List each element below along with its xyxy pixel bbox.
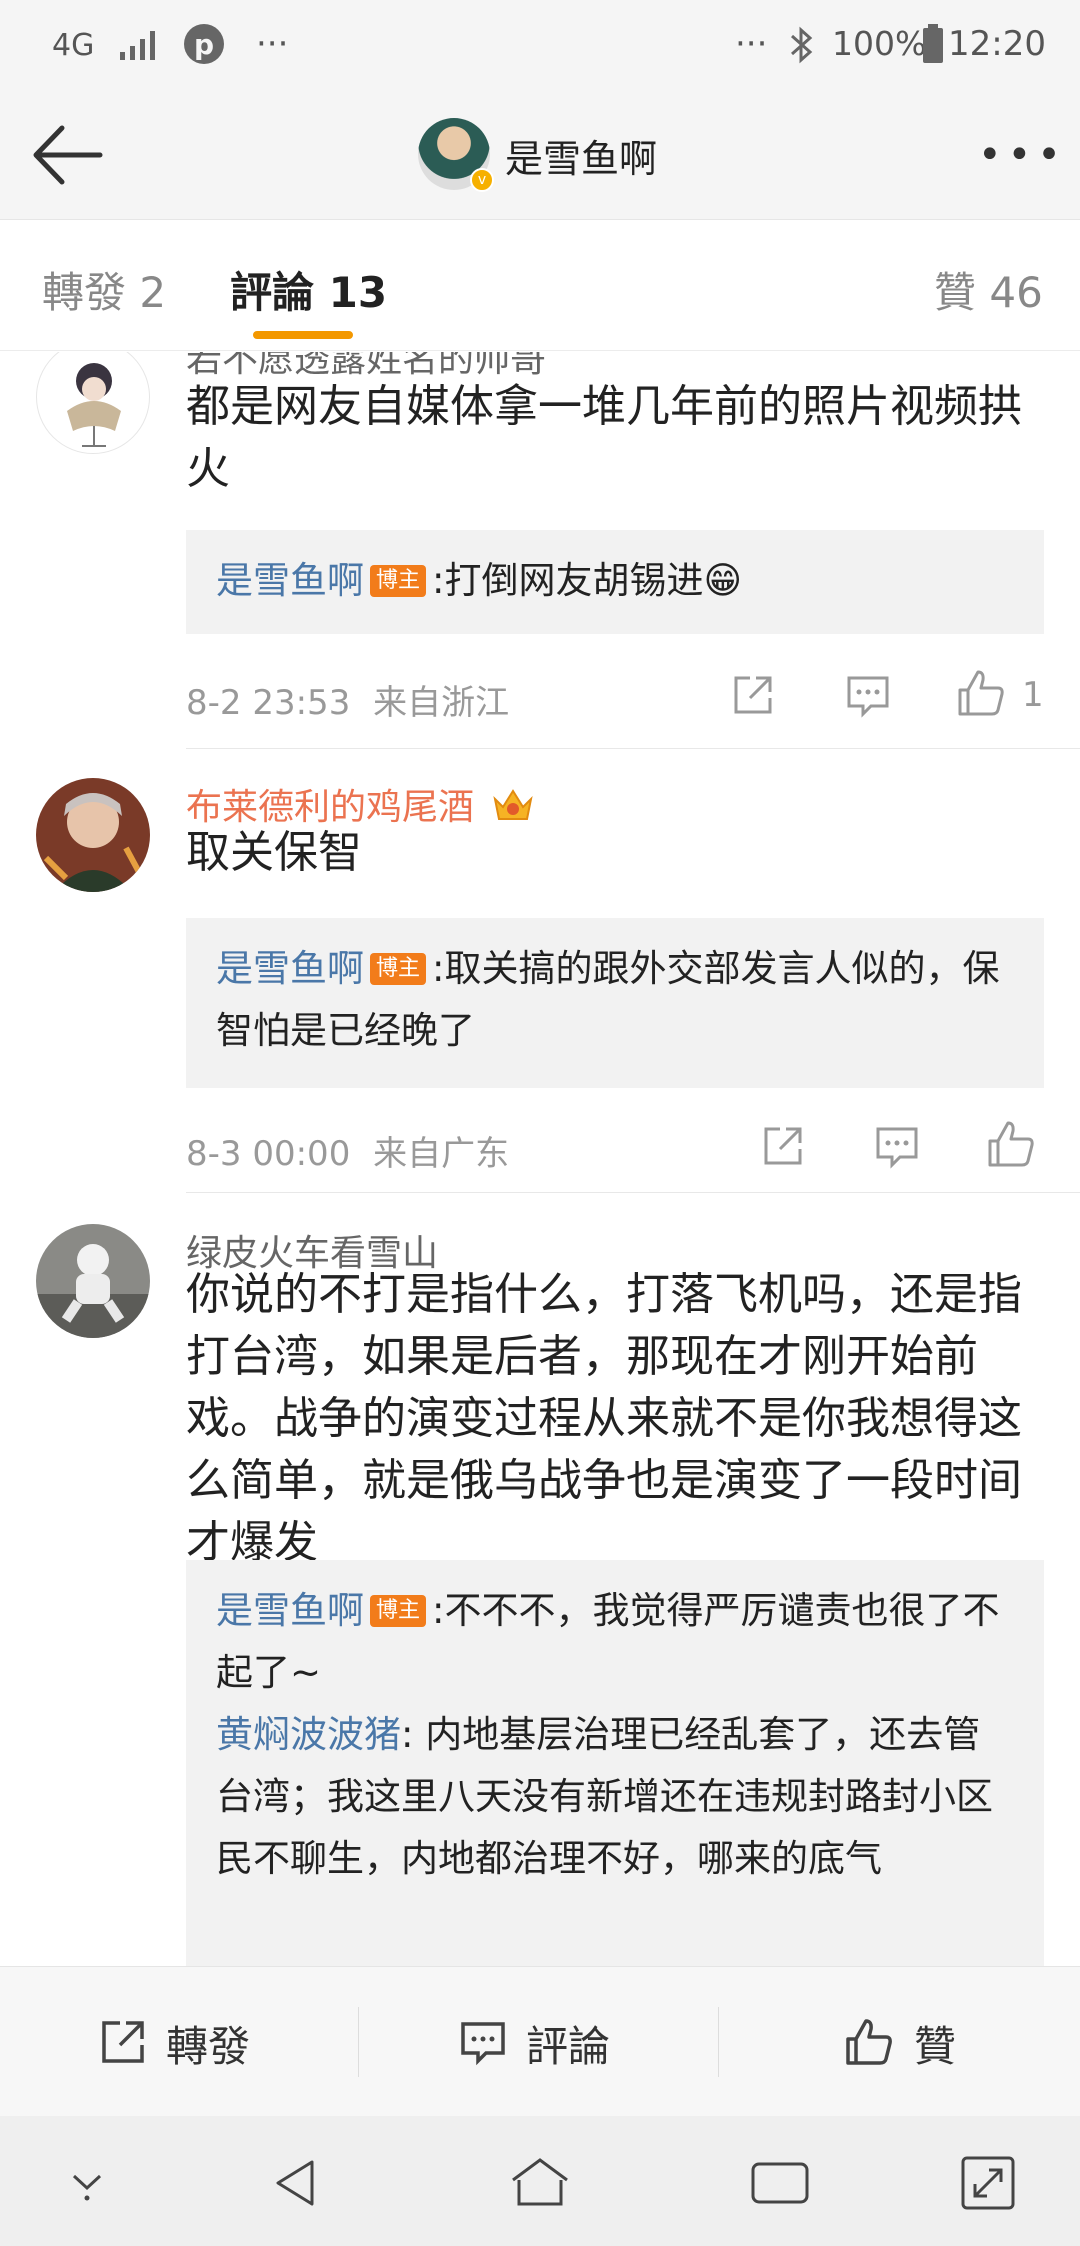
repost-button[interactable]: 轉發	[98, 2011, 298, 2071]
tab-active-indicator	[253, 331, 353, 339]
comment-icon	[461, 2022, 505, 2066]
reply-icon[interactable]	[843, 670, 893, 720]
reply-author[interactable]: 是雪鱼啊	[216, 1589, 364, 1632]
more-status: ···	[735, 24, 768, 64]
pinterest-icon: p	[184, 24, 224, 64]
reply-author[interactable]: 是雪鱼啊	[216, 559, 364, 602]
reply-text: :打倒网友胡锡进😁	[432, 559, 743, 602]
back-arrow-icon[interactable]	[28, 120, 108, 190]
reply-icon[interactable]	[872, 1121, 922, 1171]
comment-button[interactable]: 評論	[458, 2011, 658, 2071]
commenter-avatar[interactable]	[36, 352, 150, 454]
system-nav-bar	[0, 2116, 1080, 2246]
thumbs-up-icon	[846, 2019, 892, 2065]
back-icon[interactable]	[266, 2148, 336, 2218]
reply-line: 黄焖波波猪: 内地基层治理已经乱套了，还去管台湾；我这里八天没有新增还在违规封路…	[216, 1704, 1014, 1890]
like-count: 1	[1022, 675, 1044, 715]
comment-text: 你说的不打是指什么，打落飞机吗，还是指打台湾，如果是后者，那现在才刚开始前戏。战…	[186, 1269, 1022, 1568]
like-icon[interactable]	[986, 1119, 1036, 1169]
blogger-badge: 博主	[370, 1595, 427, 1627]
tab-reposts[interactable]: 轉發 2	[42, 259, 166, 320]
share-icon[interactable]	[758, 1121, 808, 1171]
more-options-icon[interactable]: •••	[978, 132, 1067, 178]
like-button[interactable]: 贊	[844, 2011, 1004, 2071]
bluetooth-icon	[791, 26, 813, 64]
page-title[interactable]: 是雪鱼啊	[505, 128, 657, 183]
comment-meta: 8-3 00:00 来自广东	[186, 1126, 509, 1175]
tab-bar: 轉發 2 評論 13 贊 46	[0, 221, 1080, 351]
bottom-action-bar: 轉發 評論 贊	[0, 1966, 1080, 2116]
reply-author[interactable]: 黄焖波波猪	[216, 1713, 401, 1756]
home-icon[interactable]	[505, 2148, 575, 2218]
separator	[718, 2007, 719, 2077]
comment-time: 8-2 23:53	[186, 683, 351, 723]
hide-keyboard-icon[interactable]	[52, 2148, 122, 2218]
comment-time: 8-3 00:00	[186, 1134, 351, 1174]
status-bar: 4G p ··· ··· 100% 12:20	[0, 0, 1080, 90]
reply-author[interactable]: 是雪鱼啊	[216, 947, 364, 990]
comment-meta: 8-2 23:53 来自浙江	[186, 675, 509, 724]
comment-text: 都是网友自媒体拿一堆几年前的照片视频拱火	[186, 381, 1022, 494]
verified-badge-icon: v	[470, 168, 494, 192]
vip-crown-icon	[493, 789, 534, 820]
battery-icon	[923, 24, 943, 63]
commenter-avatar[interactable]	[36, 778, 150, 892]
comment-list[interactable]: 若不愿透露姓名的帅哥 都是网友自媒体拿一堆几年前的照片视频拱火 是雪鱼啊 博主:打…	[0, 352, 1080, 1966]
svg-text:p: p	[194, 28, 214, 61]
title-bar: v 是雪鱼啊 •••	[0, 90, 1080, 220]
reply-box[interactable]: 是雪鱼啊 博主:打倒网友胡锡进😁	[186, 530, 1044, 634]
reply-line: 是雪鱼啊 博主:不不不，我觉得严厉谴责也很了不起了~	[216, 1580, 1014, 1704]
comment-location: 来自广东	[373, 1134, 510, 1174]
comment-location: 来自浙江	[373, 683, 510, 723]
battery-percent: 100%	[832, 24, 927, 63]
comment-text: 取关保智	[186, 827, 362, 878]
expand-icon[interactable]	[953, 2148, 1023, 2218]
signal-icon	[120, 31, 155, 60]
network-indicator: 4G	[52, 28, 95, 63]
more-notifications: ···	[256, 24, 289, 64]
recent-apps-icon[interactable]	[745, 2148, 815, 2218]
clock: 12:20	[948, 24, 1046, 64]
repost-icon	[102, 2021, 144, 2063]
blogger-badge: 博主	[370, 565, 427, 597]
separator	[358, 2007, 359, 2077]
tab-likes[interactable]: 贊 46	[934, 259, 1043, 320]
divider	[186, 1192, 1080, 1193]
reply-box[interactable]: 是雪鱼啊 博主:取关搞的跟外交部发言人似的，保智怕是已经晚了	[186, 918, 1044, 1088]
reply-box[interactable]: 是雪鱼啊 博主:不不不，我觉得严厉谴责也很了不起了~ 黄焖波波猪: 内地基层治理已…	[186, 1560, 1044, 1966]
tab-comments[interactable]: 評論 13	[230, 259, 387, 320]
divider	[186, 748, 1080, 749]
blogger-badge: 博主	[370, 953, 427, 985]
share-icon[interactable]	[728, 670, 778, 720]
like-icon[interactable]	[956, 668, 1006, 718]
commenter-avatar[interactable]	[36, 1224, 150, 1338]
